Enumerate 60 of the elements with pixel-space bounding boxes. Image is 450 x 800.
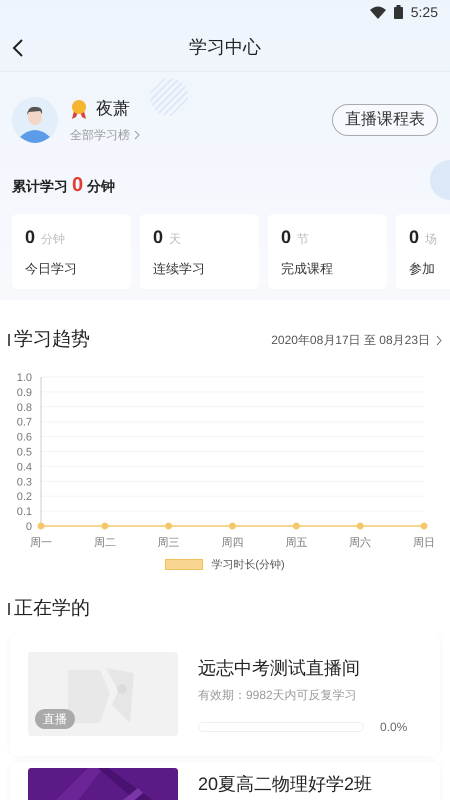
- wifi-icon: [370, 6, 386, 18]
- y-tick-label: 0.3: [16, 476, 32, 488]
- y-tick-label: 0.2: [16, 490, 32, 503]
- y-tick-label: 0.5: [16, 446, 32, 458]
- y-tick-label: 0.8: [16, 401, 32, 414]
- data-point: [356, 522, 364, 529]
- data-point: [420, 522, 428, 529]
- stat-unit: 场: [425, 231, 438, 248]
- y-tick-label: 0.7: [16, 416, 32, 428]
- y-tick-label: 0.1: [16, 506, 32, 518]
- stat-value: 0: [153, 226, 164, 249]
- y-tick-label: 0: [26, 520, 32, 532]
- data-point: [229, 522, 236, 529]
- progress-percent: 0.0%: [380, 718, 408, 736]
- y-tick-label: 1.0: [16, 372, 32, 384]
- x-tick-label: 周五: [285, 536, 308, 548]
- total-study-time: 累计学习 0 分钟: [12, 173, 116, 198]
- x-tick-label: 周一: [30, 536, 52, 548]
- back-icon[interactable]: [12, 39, 24, 57]
- date-range-link[interactable]: 2020年08月17日 至 08月23日: [271, 331, 442, 350]
- stat-label: 连续学习: [153, 260, 206, 278]
- stat-label: 今日学习: [25, 260, 78, 278]
- stat-value: 0: [409, 226, 420, 249]
- schedule-button[interactable]: 直播课程表: [332, 104, 438, 136]
- data-point: [38, 522, 44, 529]
- validity-text: 有效期：9982天内可反复学习: [198, 686, 358, 704]
- stat-label: 参加: [409, 260, 436, 278]
- x-tick-label: 周六: [349, 536, 372, 548]
- medal-icon: [70, 99, 88, 119]
- x-tick-label: 周日: [413, 536, 435, 548]
- data-point: [292, 522, 300, 529]
- page-title: 学习中心: [189, 36, 261, 59]
- x-tick-label: 周四: [222, 536, 244, 548]
- avatar: [12, 97, 58, 143]
- chevron-icon: [134, 130, 140, 140]
- x-tick-label: 周二: [94, 536, 116, 548]
- stat-unit: 节: [297, 231, 310, 248]
- data-point: [165, 522, 172, 529]
- user-name: 夜萧: [96, 98, 130, 120]
- chevron-icon: [436, 334, 442, 346]
- y-tick-label: 0.9: [16, 386, 32, 398]
- stat-unit: 天: [169, 231, 182, 248]
- stat-label: 完成课程: [281, 260, 334, 278]
- legend-swatch: [165, 559, 204, 570]
- section-title: 学习趋势: [14, 328, 90, 352]
- status-time: 5:25: [410, 2, 438, 22]
- x-tick-label: 周三: [158, 536, 180, 548]
- y-tick-label: 0.6: [16, 431, 32, 444]
- legend-label: 学习时长(分钟): [211, 558, 285, 572]
- stat-value: 0: [25, 226, 36, 249]
- live-badge: 直播: [35, 708, 75, 728]
- course-card[interactable]: 20夏高二物理好学2班: [10, 762, 440, 800]
- data-point: [101, 522, 108, 529]
- y-tick-label: 0.4: [16, 460, 32, 473]
- course-card[interactable]: 直播 远志中考测试直播间 有效期：9982天内可反复学习 0.0%: [10, 634, 440, 756]
- stat-value: 0: [281, 226, 292, 249]
- course-title: 远志中考测试直播间: [198, 658, 361, 678]
- stat-unit: 分钟: [41, 231, 66, 248]
- course-title: 20夏高二物理好学2班: [198, 774, 372, 794]
- section-title: 正在学的: [14, 597, 90, 621]
